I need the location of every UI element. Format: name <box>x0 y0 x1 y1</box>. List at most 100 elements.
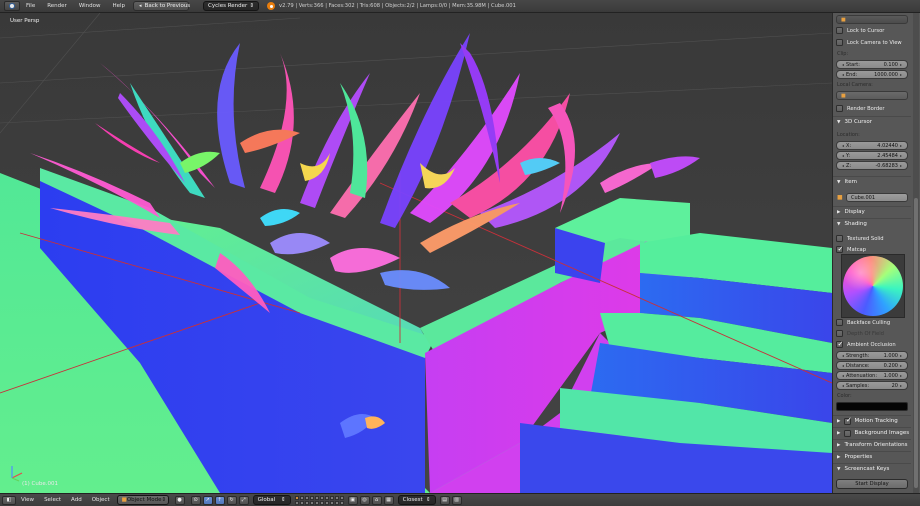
menu-render[interactable]: Render <box>41 3 73 9</box>
panel-scrollbar[interactable] <box>913 13 919 493</box>
snap-element-icon[interactable]: ▦ <box>383 495 394 505</box>
decrement-arrow-icon[interactable]: ◂ <box>842 163 844 168</box>
layer-cell[interactable] <box>329 500 334 505</box>
item-name-field[interactable]: Cube.001 <box>846 193 908 202</box>
mode-dropdown[interactable]: ■ Object Mode ⇕ <box>116 495 169 505</box>
scale-manipulator-icon[interactable]: ⤢ <box>238 495 249 505</box>
layer-cell[interactable] <box>324 495 329 500</box>
lock-camera-icon[interactable]: ▣ <box>347 495 358 505</box>
scrollbar-thumb[interactable] <box>914 198 918 488</box>
layer-cell[interactable] <box>319 495 324 500</box>
layer-cell[interactable] <box>309 500 314 505</box>
clip-end-field[interactable]: ◂ End: 1000.000 ▸ <box>836 70 908 79</box>
textured-solid-toggle[interactable]: Textured Solid <box>836 234 910 243</box>
snap-target-dropdown[interactable]: Closest ⇕ <box>397 495 436 505</box>
translate-manipulator-icon[interactable]: ↑ <box>214 495 225 505</box>
panel-header-properties[interactable]: ▶ Properties <box>833 451 911 462</box>
increment-arrow-icon[interactable]: ▸ <box>900 143 902 148</box>
viewport-shading-icon[interactable]: ● <box>174 495 185 505</box>
lock-to-cursor-toggle[interactable]: Lock to Cursor <box>836 26 910 35</box>
menu-view[interactable]: View <box>16 497 39 503</box>
snap-toggle-icon[interactable]: ⌂ <box>371 495 382 505</box>
ao-attenuation-field[interactable]: ◂ Attenuation: 1.000 ▸ <box>836 371 908 380</box>
layer-cell[interactable] <box>294 495 299 500</box>
panel-header-3d-cursor[interactable]: ▼ 3D Cursor <box>833 116 911 127</box>
menu-object[interactable]: Object <box>87 497 115 503</box>
ao-distance-field[interactable]: ◂ Distance: 0.200 ▸ <box>836 361 908 370</box>
layer-cell[interactable] <box>334 500 339 505</box>
ao-color-swatch[interactable] <box>836 402 908 411</box>
cursor-x-field[interactable]: ◂ X: 4.02440 ▸ <box>836 141 908 150</box>
panel-header-display[interactable]: ▶ Display <box>833 206 911 217</box>
decrement-arrow-icon[interactable]: ◂ <box>842 153 844 158</box>
increment-arrow-icon[interactable]: ▸ <box>900 373 902 378</box>
matcap-checkbox[interactable] <box>836 245 843 253</box>
layer-cell[interactable] <box>339 500 344 505</box>
layer-cell[interactable] <box>314 500 319 505</box>
transform-orientation-dropdown[interactable]: Global ⇕ <box>252 495 291 505</box>
layer-cell[interactable] <box>304 500 309 505</box>
increment-arrow-icon[interactable]: ▸ <box>900 72 902 77</box>
panel-header-motion-tracking[interactable]: ▶ Motion Tracking <box>833 415 911 426</box>
decrement-arrow-icon[interactable]: ◂ <box>842 72 844 77</box>
proportional-edit-icon[interactable]: ◎ <box>359 495 370 505</box>
lock-to-cursor-checkbox[interactable] <box>836 27 843 34</box>
render-border-toggle[interactable]: Render Border <box>836 104 910 113</box>
render-engine-dropdown[interactable]: Cycles Render ⇕ <box>203 1 260 11</box>
decrement-arrow-icon[interactable]: ◂ <box>842 353 844 358</box>
layer-cell[interactable] <box>304 495 309 500</box>
menu-window[interactable]: Window <box>73 3 107 9</box>
lock-camera-toggle[interactable]: Lock Camera to View <box>836 38 910 47</box>
lock-camera-checkbox[interactable] <box>836 39 843 46</box>
ambient-occlusion-toggle[interactable]: Ambient Occlusion <box>836 340 910 349</box>
menu-select[interactable]: Select <box>39 497 66 503</box>
layer-cell[interactable] <box>314 495 319 500</box>
cursor-y-field[interactable]: ◂ Y: 2.45484 ▸ <box>836 151 908 160</box>
menu-help[interactable]: Help <box>107 3 132 9</box>
matcap-toggle[interactable]: Matcap <box>836 245 910 254</box>
motion-tracking-checkbox[interactable] <box>844 416 852 425</box>
back-to-previous-button[interactable]: ◂ Back to Previous <box>133 1 190 11</box>
depth-of-field-checkbox[interactable] <box>836 330 843 337</box>
manipulator-toggle-icon[interactable]: ↗ <box>202 495 213 505</box>
3d-viewport[interactable]: User Persp (1) Cube.001 <box>0 13 832 493</box>
pivot-point-icon[interactable]: ⊙ <box>190 495 201 505</box>
panel-header-item[interactable]: ▼ Item <box>833 176 911 187</box>
decrement-arrow-icon[interactable]: ◂ <box>842 62 844 67</box>
decrement-arrow-icon[interactable]: ◂ <box>842 363 844 368</box>
layer-cell[interactable] <box>319 500 324 505</box>
editor-type-icon[interactable]: ◧ <box>2 495 16 505</box>
menu-add[interactable]: Add <box>66 497 87 503</box>
ao-samples-field[interactable]: ◂ Samples: 20 ▸ <box>836 381 908 390</box>
layer-cell[interactable] <box>339 495 344 500</box>
panel-header-transform-orientations[interactable]: ▶ Transform Orientations <box>833 439 911 450</box>
matcap-preview[interactable] <box>841 254 905 318</box>
increment-arrow-icon[interactable]: ▸ <box>900 153 902 158</box>
start-display-button[interactable]: Start Display <box>836 479 908 489</box>
cursor-z-field[interactable]: ◂ Z: -0.68283 ▸ <box>836 161 908 170</box>
panel-header-shading[interactable]: ▼ Shading <box>833 218 911 229</box>
panel-header-background-images[interactable]: ▶ Background Images <box>833 427 911 438</box>
layer-cell[interactable] <box>309 495 314 500</box>
decrement-arrow-icon[interactable]: ◂ <box>842 383 844 388</box>
local-camera-selector[interactable]: ■ <box>836 91 908 100</box>
layer-cell[interactable] <box>299 500 304 505</box>
textured-solid-checkbox[interactable] <box>836 235 843 242</box>
clip-start-field[interactable]: ◂ Start: 0.100 ▸ <box>836 60 908 69</box>
editor-type-icon[interactable] <box>4 1 20 11</box>
layer-grid[interactable] <box>294 495 344 505</box>
layer-cell[interactable] <box>329 495 334 500</box>
decrement-arrow-icon[interactable]: ◂ <box>842 373 844 378</box>
increment-arrow-icon[interactable]: ▸ <box>900 62 902 67</box>
opengl-animation-icon[interactable]: ▥ <box>451 495 462 505</box>
backface-culling-toggle[interactable]: Backface Culling <box>836 318 910 327</box>
background-images-checkbox[interactable] <box>844 429 852 437</box>
layer-cell[interactable] <box>294 500 299 505</box>
increment-arrow-icon[interactable]: ▸ <box>900 163 902 168</box>
increment-arrow-icon[interactable]: ▸ <box>900 363 902 368</box>
rotate-manipulator-icon[interactable]: ↻ <box>226 495 237 505</box>
ao-strength-field[interactable]: ◂ Strength: 1.000 ▸ <box>836 351 908 360</box>
decrement-arrow-icon[interactable]: ◂ <box>842 143 844 148</box>
layer-cell[interactable] <box>334 495 339 500</box>
depth-of-field-toggle[interactable]: Depth Of Field <box>836 329 910 338</box>
